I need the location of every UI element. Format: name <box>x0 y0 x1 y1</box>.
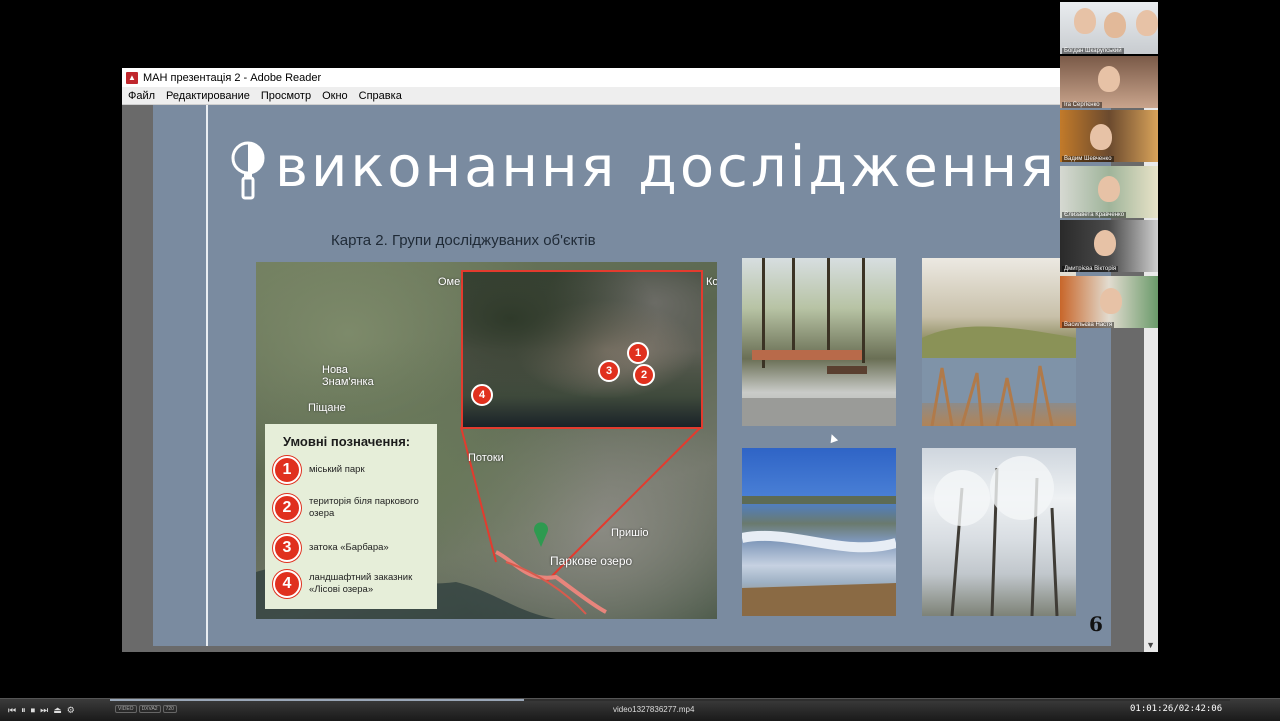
map-place-label: Нова Знам'янка <box>322 364 374 388</box>
pdf-app-icon: ▲ <box>126 71 138 84</box>
map-place-label: Ко <box>706 276 717 288</box>
presentation-slide: виконання дослідження Карта 2. Групи дос… <box>153 105 1111 646</box>
participant-tile[interactable]: Дмитрієва Вікторія <box>1060 220 1158 272</box>
video-filename: video1327836277.mp4 <box>613 705 695 714</box>
slide-page-number: 6 <box>1089 612 1103 636</box>
pause-icon[interactable]: ⏸ <box>21 705 26 716</box>
participant-face <box>1094 230 1116 256</box>
map-place-label: Оме <box>438 276 461 288</box>
player-controls: ⏮ ⏸ ⏹ ⏭ ⏏ ⚙ <box>8 705 75 716</box>
legend-number: 4 <box>273 570 301 598</box>
player-badges: VIDEO DXVA2 720 <box>115 705 177 713</box>
map-legend: Умовні позначення: 1 міський парк 2 тери… <box>265 424 437 609</box>
player-badge: 720 <box>162 705 177 713</box>
participant-name: Ira Сергієнко <box>1062 102 1102 108</box>
player-badge: DXVA2 <box>138 705 161 713</box>
participant-tile[interactable]: Ira Сергієнко <box>1060 56 1158 108</box>
previous-icon[interactable]: ⏮ <box>8 705 16 716</box>
legend-number: 2 <box>273 494 301 522</box>
map-place-label: Потоки <box>468 452 504 464</box>
legend-title: Умовні позначення: <box>283 434 411 449</box>
participant-tile[interactable]: Єлизавета Кравченко <box>1060 166 1158 218</box>
satellite-map: 1 2 3 4 Оме Ко Нова Знам'янка Піщане Пот… <box>256 262 717 619</box>
legend-label: територія біля паркового озера <box>309 496 419 519</box>
menu-help[interactable]: Справка <box>359 90 402 102</box>
stop-icon[interactable]: ⏹ <box>31 705 36 716</box>
participant-tile[interactable]: Васильєва Настя <box>1060 276 1158 328</box>
participant-face <box>1098 66 1120 92</box>
eject-icon[interactable]: ⏏ <box>53 705 62 716</box>
legend-item: 2 територія біля паркового озера <box>273 494 433 522</box>
participant-tile[interactable]: Вадим Шевченко <box>1060 110 1158 162</box>
seek-bar-fill <box>110 699 525 701</box>
slide-divider-line <box>206 105 208 646</box>
participant-name: Богдан Шкарупський <box>1062 48 1124 54</box>
player-badge: VIDEO <box>115 705 137 713</box>
menu-bar: Файл Редактирование Просмотр Окно Справк… <box>122 87 1158 105</box>
menu-window[interactable]: Окно <box>322 90 348 102</box>
participant-name: Дмитрієва Вікторія <box>1062 266 1119 272</box>
participant-face <box>1074 8 1096 34</box>
participant-face <box>1098 176 1120 202</box>
map-place-label: Пришіо <box>611 527 649 539</box>
menu-edit[interactable]: Редактирование <box>166 90 250 102</box>
participant-name: Єлизавета Кравченко <box>1062 212 1127 218</box>
inset-marker-4: 4 <box>471 384 493 406</box>
map-caption: Карта 2. Групи досліджуваних об'єктів <box>331 232 596 249</box>
photo-city-park <box>742 258 896 426</box>
photo-park-lake <box>922 258 1076 426</box>
participant-face <box>1136 10 1158 36</box>
legend-label: затока «Барбара» <box>309 542 389 553</box>
participant-tile[interactable]: Богдан Шкарупський <box>1060 2 1158 54</box>
participant-name: Васильєва Настя <box>1062 322 1115 328</box>
document-viewer[interactable]: виконання дослідження Карта 2. Групи дос… <box>122 105 1158 652</box>
playback-time: 01:01:26/02:42:06 <box>1130 704 1223 714</box>
scroll-down-icon[interactable]: ▼ <box>1146 640 1155 650</box>
window-title: МАН презентація 2 - Adobe Reader <box>143 71 322 84</box>
media-player-bar: ⏮ ⏸ ⏹ ⏭ ⏏ ⚙ VIDEO DXVA2 720 video1327836… <box>0 698 1280 721</box>
inset-marker-2: 2 <box>633 364 655 386</box>
legend-item: 4 ландшафтний заказник «Лісові озера» <box>273 570 433 598</box>
menu-view[interactable]: Просмотр <box>261 90 311 102</box>
reader-window: ▲ МАН презентація 2 - Adobe Reader Файл … <box>122 68 1158 652</box>
participant-face <box>1090 124 1112 150</box>
legend-number: 3 <box>273 534 301 562</box>
map-place-label: Піщане <box>308 402 346 414</box>
legend-label: ландшафтний заказник «Лісові озера» <box>309 572 413 595</box>
slide-title: виконання дослідження <box>275 135 1057 200</box>
map-place-label: Паркове озеро <box>550 554 633 568</box>
seek-bar[interactable] <box>110 699 1230 701</box>
settings-icon[interactable]: ⚙ <box>67 705 75 716</box>
participant-name: Вадим Шевченко <box>1062 156 1114 162</box>
legend-item: 1 міський парк <box>273 456 433 484</box>
legend-label: міський парк <box>309 464 365 475</box>
mouse-cursor-icon <box>827 432 839 444</box>
photo-forest-lakes <box>922 448 1076 616</box>
map-inset: 1 2 3 4 <box>461 270 703 429</box>
inset-marker-3: 3 <box>598 360 620 382</box>
legend-item: 3 затока «Барбара» <box>273 534 433 562</box>
participant-face <box>1104 12 1126 38</box>
legend-number: 1 <box>273 456 301 484</box>
magnifier-icon <box>231 141 265 200</box>
menu-file[interactable]: Файл <box>128 90 155 102</box>
title-bar[interactable]: ▲ МАН презентація 2 - Adobe Reader <box>122 68 1158 87</box>
photo-barbara-bay <box>742 448 896 616</box>
next-icon[interactable]: ⏭ <box>40 705 48 716</box>
participant-face <box>1100 288 1122 314</box>
inset-marker-1: 1 <box>627 342 649 364</box>
